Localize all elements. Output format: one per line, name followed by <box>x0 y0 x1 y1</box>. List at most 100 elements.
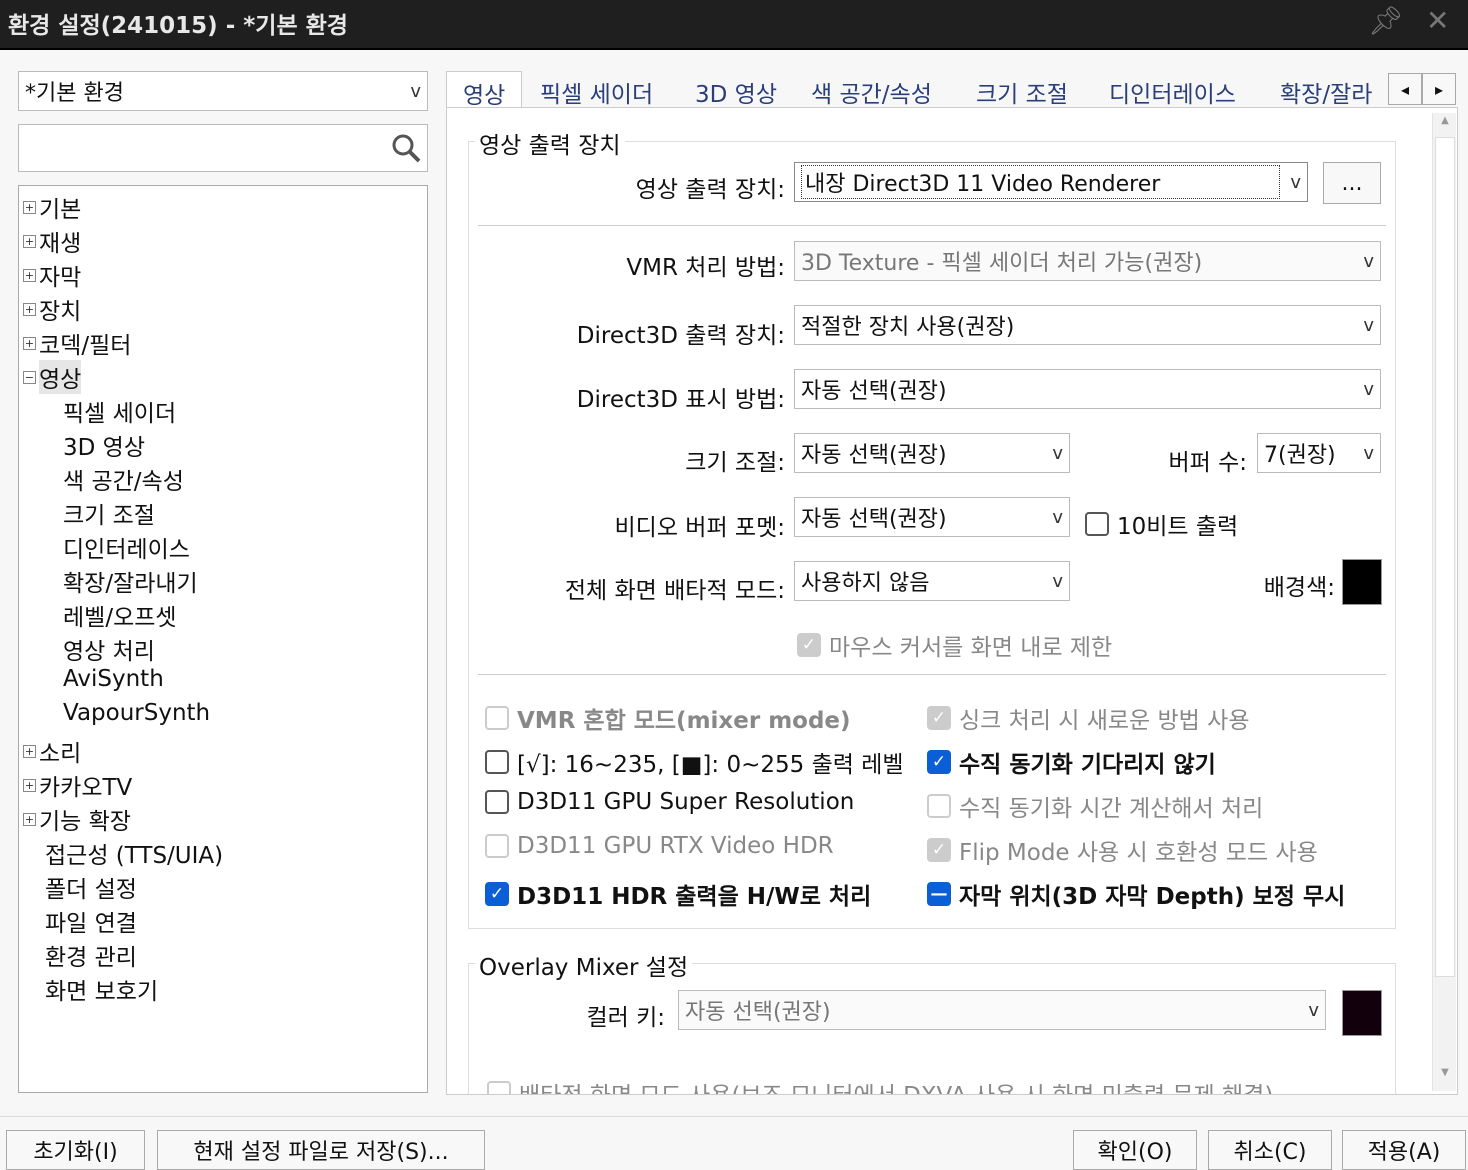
profile-select[interactable]: *기본 환경 v <box>18 71 428 111</box>
tree-item[interactable]: 픽셀 세이더 <box>63 394 176 428</box>
option-checkbox[interactable]: D3D11 GPU Super Resolution <box>485 789 854 815</box>
chevron-down-icon: v <box>1052 506 1063 528</box>
expand-icon[interactable]: + <box>23 336 36 350</box>
tree-item[interactable]: + 자막 <box>23 258 81 292</box>
tab-prev-button[interactable]: ◂ <box>1388 73 1422 105</box>
tree-item[interactable]: + 기본 <box>23 190 81 224</box>
expand-icon[interactable]: + <box>23 200 36 214</box>
tab-deinterlace[interactable]: 디인터레이스 <box>1109 71 1236 108</box>
expand-icon[interactable]: + <box>23 812 36 826</box>
search-input[interactable] <box>18 124 428 172</box>
d3d-display-select[interactable]: 자동 선택(권장) v <box>794 369 1381 409</box>
option-checkbox[interactable]: VMR 혼합 모드(mixer mode) <box>485 701 851 735</box>
tree-item-label: 영상 처리 <box>63 639 155 665</box>
tree-item-label: AviSynth <box>63 666 164 692</box>
scroll-down-icon[interactable]: ▼ <box>1435 1067 1455 1089</box>
window-title: 환경 설정(241015) - *기본 환경 <box>8 13 348 39</box>
tab-resize[interactable]: 크기 조절 <box>976 71 1068 108</box>
tree-item[interactable]: + 코덱/필터 <box>23 326 131 360</box>
checkbox-label: [√]: 16~235, [■]: 0~255 출력 레벨 <box>517 752 904 778</box>
tab-video[interactable]: 영상 <box>446 71 523 109</box>
tab-pixel-shader[interactable]: 픽셀 세이더 <box>540 71 653 108</box>
tree-item-label: 화면 보호기 <box>45 979 159 1005</box>
checkbox-box <box>485 834 509 858</box>
scroll-up-icon[interactable]: ▲ <box>1435 115 1455 137</box>
tree-item[interactable]: 영상 처리 <box>63 632 155 666</box>
fullscreen-select[interactable]: 사용하지 않음 v <box>794 561 1070 601</box>
title-bar: 환경 설정(241015) - *기본 환경 📌︎ ✕ <box>0 0 1468 50</box>
d3d-device-select[interactable]: 적절한 장치 사용(권장) v <box>794 305 1381 345</box>
color-key-swatch[interactable] <box>1342 990 1382 1036</box>
tree-item[interactable]: 화면 보호기 <box>45 972 158 1006</box>
vertical-scrollbar[interactable]: ▲ ▼ <box>1432 113 1456 1091</box>
option-checkbox[interactable]: — 자막 위치(3D 자막 Depth) 보정 무시 <box>927 877 1345 911</box>
tree-item[interactable]: AviSynth <box>63 666 164 692</box>
option-checkbox[interactable]: ✓ 수직 동기화 기다리지 않기 <box>927 745 1216 779</box>
tab-3d-video[interactable]: 3D 영상 <box>695 71 777 108</box>
tree-item[interactable]: 크기 조절 <box>63 496 155 530</box>
tab-next-button[interactable]: ▸ <box>1422 73 1456 105</box>
settings-tree[interactable]: + 기본 + 재생 + 자막 + 장치 + 코덱/필터 − 영상 픽셀 세이더 3D 영상 색 공간/속성 크… <box>18 185 428 1093</box>
tree-item[interactable]: + 소리 <box>23 734 81 768</box>
tree-item[interactable]: 3D 영상 <box>63 428 145 462</box>
collapse-icon[interactable]: − <box>23 370 36 384</box>
close-icon[interactable]: ✕ <box>1426 4 1449 37</box>
tree-item-label: 확장/잘라내기 <box>63 571 198 597</box>
resize-value: 자동 선택(권장) <box>801 443 947 468</box>
vmr-select: 3D Texture - 픽셀 세이더 처리 가능(권장) v <box>794 241 1381 281</box>
checkbox-box: ✓ <box>927 750 951 774</box>
color-key-label: 컬러 키: <box>586 1005 665 1031</box>
bg-color-swatch[interactable] <box>1342 559 1382 605</box>
color-key-value: 자동 선택(권장) <box>685 1000 831 1025</box>
expand-icon[interactable]: + <box>23 268 36 282</box>
10bit-output-checkbox[interactable]: 10비트 출력 <box>1085 507 1238 541</box>
device-select[interactable]: 내장 Direct3D 11 Video Renderer v <box>794 162 1308 202</box>
tree-item-label: 영상 <box>39 360 82 394</box>
reset-button[interactable]: 초기화(I) <box>6 1130 145 1170</box>
checkbox-box <box>485 706 509 730</box>
tree-item[interactable]: 색 공간/속성 <box>63 462 184 496</box>
exclusive-mode-checkbox[interactable]: 배타적 화면 모드 사용(보조 모니터에서 DXVA 사용 시 화면 미출력 문… <box>487 1076 1273 1094</box>
cancel-button[interactable]: 취소(C) <box>1208 1130 1332 1170</box>
option-checkbox[interactable]: [√]: 16~235, [■]: 0~255 출력 레벨 <box>485 745 904 779</box>
tree-item[interactable]: + 장치 <box>23 292 81 326</box>
save-to-file-button[interactable]: 현재 설정 파일로 저장(S)... <box>157 1130 485 1170</box>
tree-item-label: 장치 <box>39 299 82 325</box>
tree-item[interactable]: VapourSynth <box>63 700 210 726</box>
tree-item[interactable]: 환경 관리 <box>45 938 137 972</box>
vmr-value: 3D Texture - 픽셀 세이더 처리 가능(권장) <box>801 251 1203 276</box>
expand-icon[interactable]: + <box>23 234 36 248</box>
expand-icon[interactable]: + <box>23 744 36 758</box>
expand-icon[interactable]: + <box>23 302 36 316</box>
pin-icon[interactable]: 📌︎ <box>1368 4 1404 37</box>
tree-item[interactable]: + 기능 확장 <box>23 802 131 836</box>
d3d-device-label: Direct3D 출력 장치: <box>576 323 785 349</box>
expand-icon[interactable]: + <box>23 778 36 792</box>
tree-item-label: 3D 영상 <box>63 435 145 461</box>
tree-item[interactable]: + 카카오TV <box>23 768 132 802</box>
ok-button[interactable]: 확인(O) <box>1073 1130 1197 1170</box>
profile-value: *기본 환경 <box>25 81 124 106</box>
tree-item[interactable]: 폴더 설정 <box>45 870 137 904</box>
tree-item[interactable]: 디인터레이스 <box>63 530 190 564</box>
tree-item[interactable]: 접근성 (TTS/UIA) <box>45 836 223 870</box>
tree-item[interactable]: + 재생 <box>23 224 81 258</box>
apply-button[interactable]: 적용(A) <box>1342 1130 1466 1170</box>
resize-select[interactable]: 자동 선택(권장) v <box>794 433 1070 473</box>
tree-item-label: 기능 확장 <box>39 809 131 835</box>
tree-item[interactable]: − 영상 <box>23 360 82 394</box>
buffer-format-select[interactable]: 자동 선택(권장) v <box>794 497 1070 537</box>
search-icon[interactable] <box>391 133 421 163</box>
tree-item-label: 소리 <box>39 741 82 767</box>
device-more-button[interactable]: ... <box>1323 162 1381 204</box>
tab-color-space[interactable]: 색 공간/속성 <box>811 71 932 108</box>
buffer-value: 7(권장) <box>1264 443 1336 468</box>
option-checkbox[interactable]: ✓ D3D11 HDR 출력을 H/W로 처리 <box>485 877 871 911</box>
tree-item[interactable]: 확장/잘라내기 <box>63 564 198 598</box>
chevron-down-icon: v <box>410 80 421 102</box>
tree-item[interactable]: 파일 연결 <box>45 904 137 938</box>
buffer-select[interactable]: 7(권장) v <box>1257 433 1381 473</box>
tree-item[interactable]: 레벨/오프셋 <box>63 598 177 632</box>
scrollbar-thumb[interactable] <box>1435 137 1455 977</box>
tab-crop[interactable]: 확장/잘라 <box>1280 71 1386 108</box>
